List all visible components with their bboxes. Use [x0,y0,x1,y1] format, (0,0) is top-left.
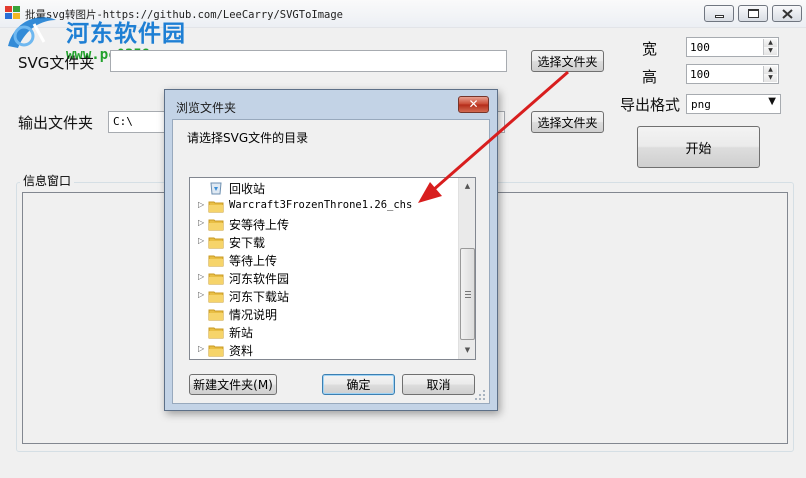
annotation-arrow [418,70,569,203]
